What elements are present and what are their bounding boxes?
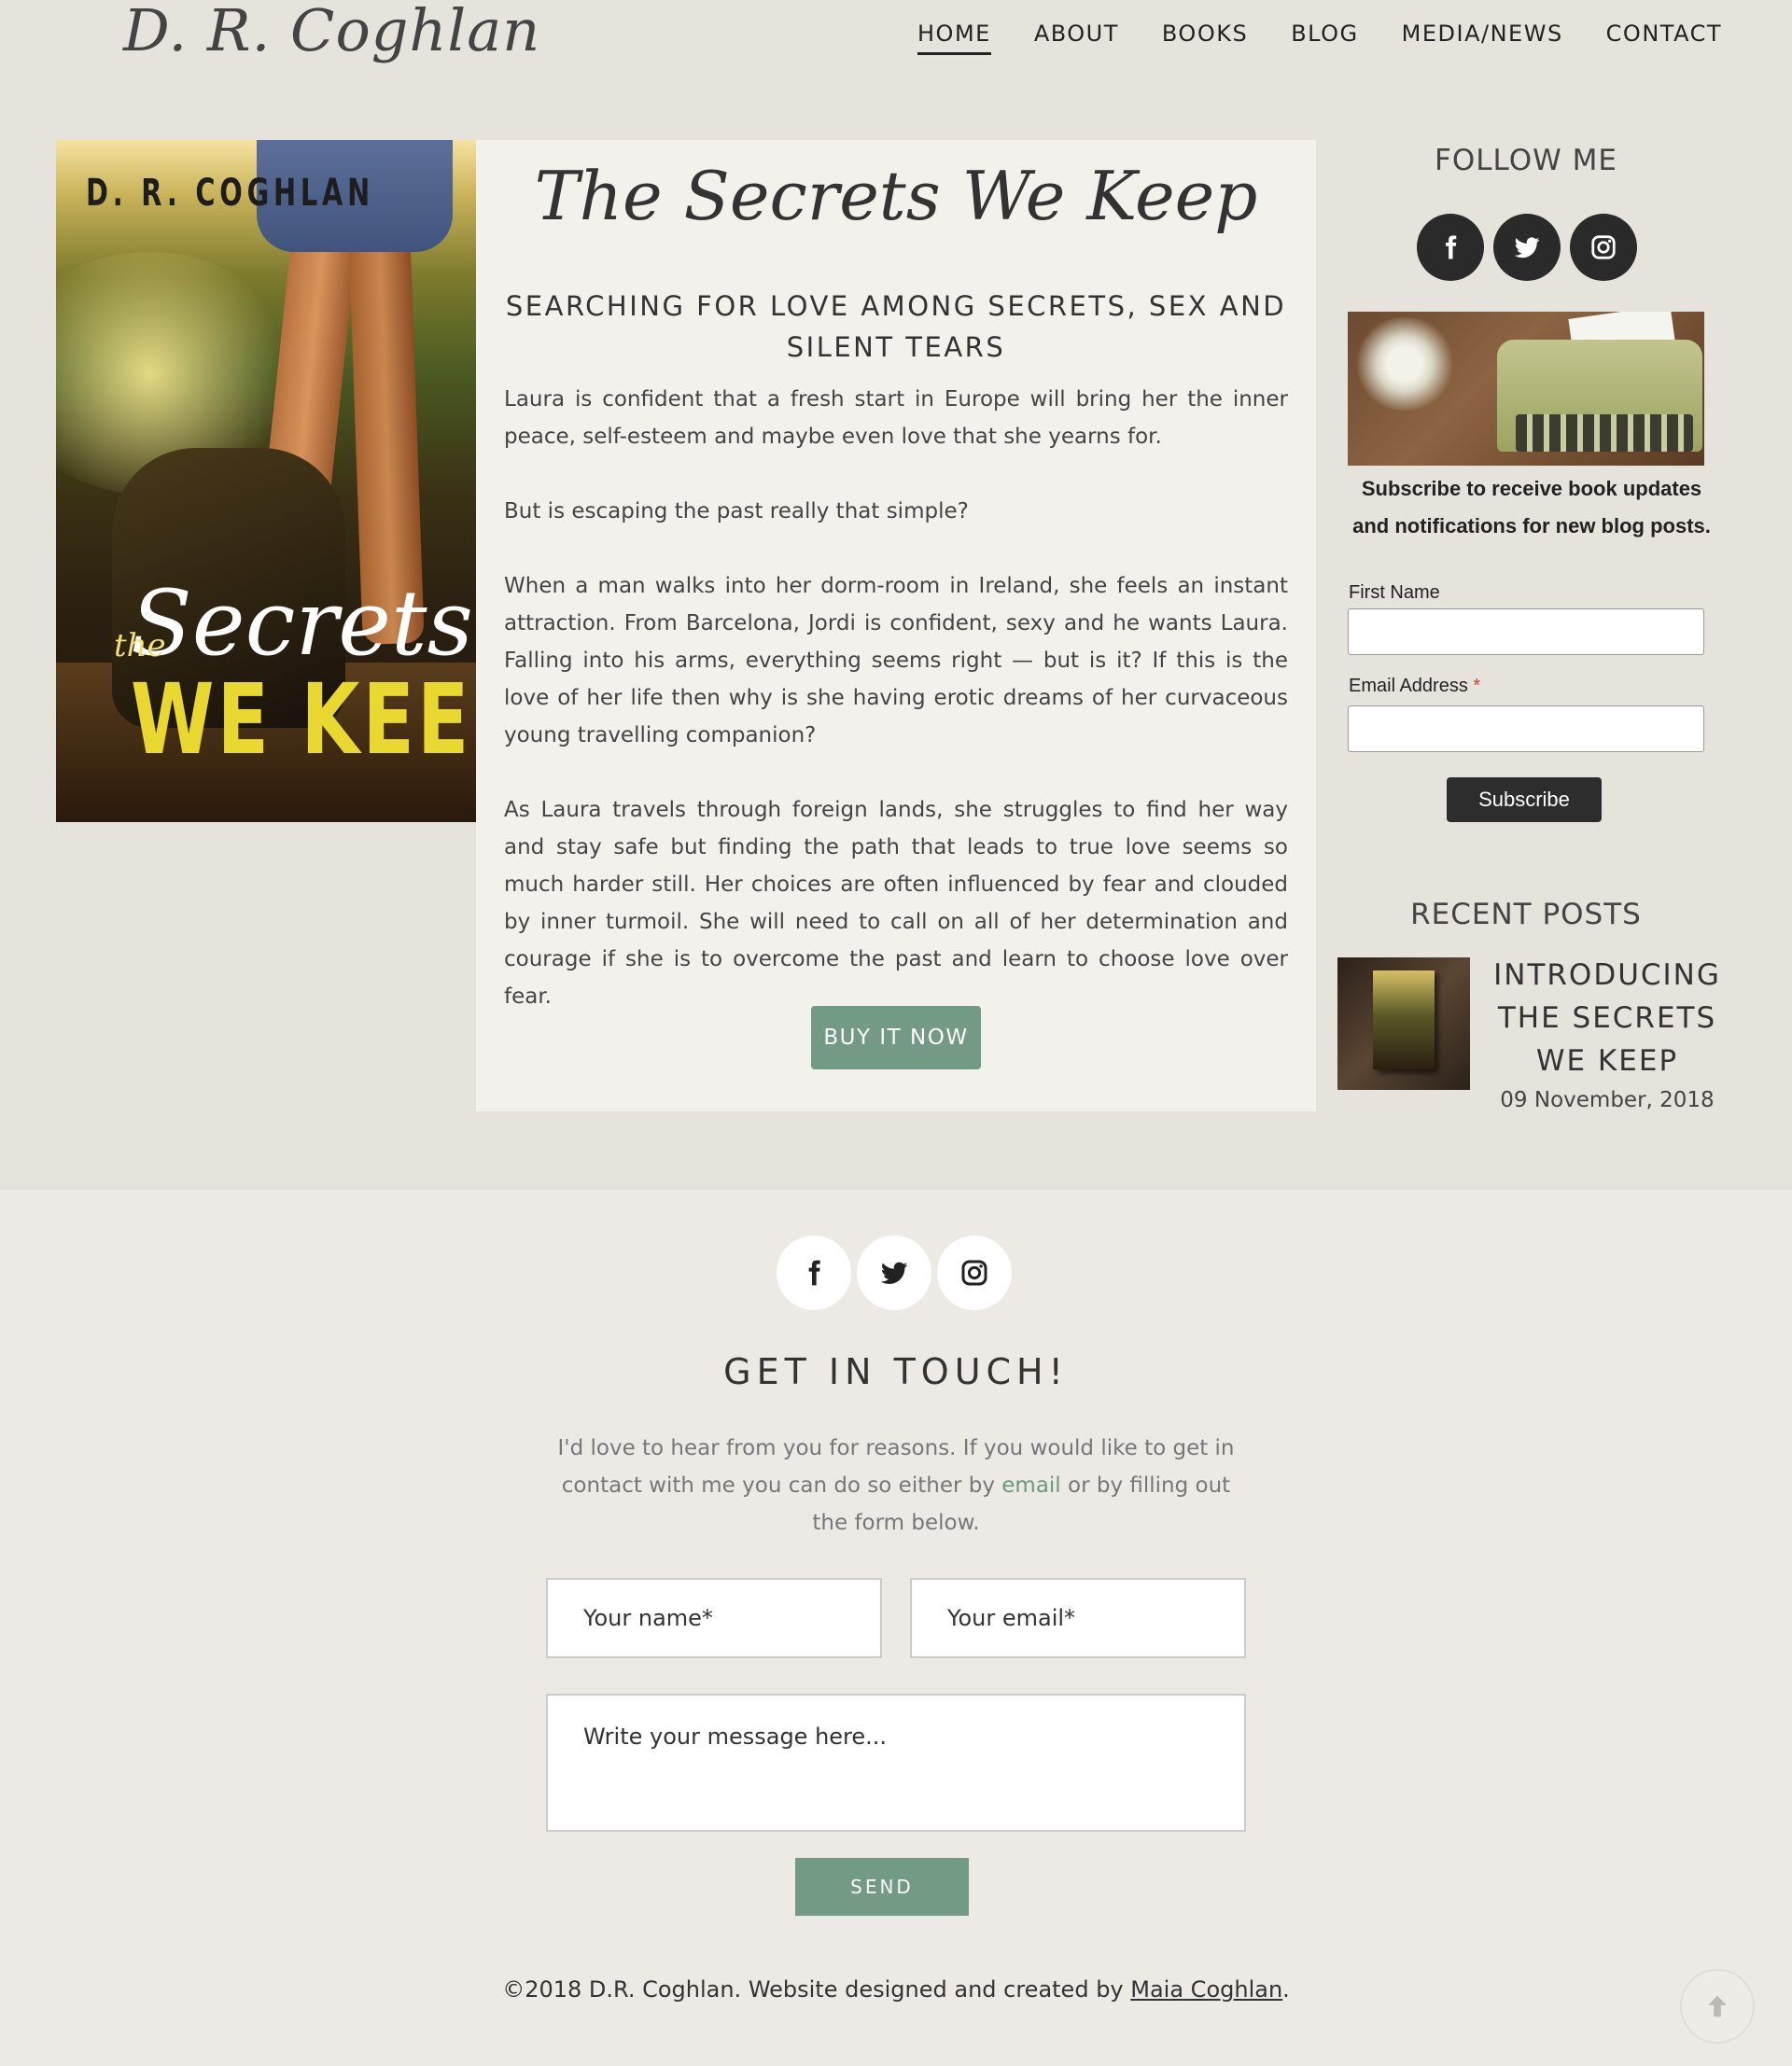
description-paragraph: But is escaping the past really that sim… [504, 499, 969, 523]
nav-contact[interactable]: CONTACT [1606, 21, 1722, 55]
typewriter-image [1348, 312, 1704, 466]
instagram-link[interactable] [1570, 214, 1637, 281]
subscribe-button[interactable]: Subscribe [1447, 777, 1602, 822]
designer-link[interactable]: Maia Coghlan [1130, 1976, 1282, 2003]
sidebar-social-links [1417, 214, 1637, 281]
book-title: The Secrets We Keep [534, 157, 1258, 235]
buy-it-now-button[interactable]: BUY IT NOW [811, 1006, 981, 1069]
facebook-icon [808, 1260, 820, 1286]
email-address-input[interactable] [1348, 705, 1704, 752]
book-description: Laura is confident that a fresh start in… [504, 381, 1288, 1053]
instagram-icon [961, 1260, 987, 1286]
contact-intro-text: I'd love to hear from you for reasons. I… [557, 1436, 1235, 1535]
cover-title-secrets: Secrets [131, 571, 473, 676]
arrow-up-icon [1708, 1995, 1727, 2017]
cover-author: D. R. COGHLAN [86, 172, 375, 215]
book-cover-image: D. R. COGHLAN Secrets the WE KEEP [56, 140, 476, 822]
book-tagline: SEARCHING FOR LOVE AMONG SECRETS, SEX AN… [505, 290, 1287, 363]
cover-title-we-keep: WE KEEP [131, 663, 476, 776]
footer-instagram-link[interactable] [937, 1235, 1012, 1310]
first-name-label: First Name [1349, 582, 1440, 603]
copyright-text: ©2018 D.R. Coghlan. Website designed and… [502, 1976, 1290, 2003]
get-in-touch-heading: GET IN TOUCH! [723, 1351, 1069, 1392]
twitter-icon [1514, 237, 1540, 258]
send-button[interactable]: SEND [795, 1858, 969, 1916]
contact-message-textarea[interactable]: Write your message here... [546, 1694, 1246, 1832]
required-asterisk: * [1473, 676, 1481, 696]
footer-social-links [777, 1235, 1012, 1310]
nav-home[interactable]: HOME [917, 21, 991, 55]
recent-posts-heading: RECENT POSTS [1410, 898, 1642, 931]
facebook-link[interactable] [1417, 214, 1484, 281]
follow-me-heading: FOLLOW ME [1435, 144, 1617, 177]
description-paragraph: As Laura travels through foreign lands, … [504, 798, 1288, 1009]
recent-post-thumbnail[interactable] [1337, 957, 1470, 1090]
facebook-icon [1446, 235, 1457, 259]
email-address-label: Email Address * [1349, 676, 1481, 696]
footer-section [0, 1190, 1792, 2066]
description-paragraph: Laura is confident that a fresh start in… [504, 387, 1288, 449]
site-logo[interactable]: D. R. Coghlan [123, 0, 540, 64]
twitter-icon [880, 1262, 908, 1284]
recent-post-date: 09 November, 2018 [1500, 1088, 1715, 1112]
instagram-icon [1591, 235, 1616, 259]
nav-books[interactable]: BOOKS [1162, 21, 1248, 55]
subscribe-text: Subscribe to receive book updates and no… [1352, 477, 1711, 537]
contact-email-input[interactable]: Your email* [910, 1578, 1246, 1658]
email-link[interactable]: email [1001, 1473, 1060, 1498]
nav-blog[interactable]: BLOG [1291, 21, 1358, 55]
recent-post-title[interactable]: INTRODUCING THE SECRETS WE KEEP [1484, 954, 1730, 1082]
nav-about[interactable]: ABOUT [1034, 21, 1119, 55]
main-nav: HOME ABOUT BOOKS BLOG MEDIA/NEWS CONTACT [917, 21, 1722, 55]
nav-media-news[interactable]: MEDIA/NEWS [1402, 21, 1563, 55]
footer-facebook-link[interactable] [777, 1235, 851, 1310]
back-to-top-button[interactable] [1680, 1969, 1755, 2044]
first-name-input[interactable] [1348, 608, 1704, 655]
footer-twitter-link[interactable] [857, 1235, 931, 1310]
cover-title-the: the [114, 627, 166, 664]
twitter-link[interactable] [1493, 214, 1561, 281]
description-paragraph: When a man walks into her dorm-room in I… [504, 574, 1288, 747]
contact-name-input[interactable]: Your name* [546, 1578, 882, 1658]
